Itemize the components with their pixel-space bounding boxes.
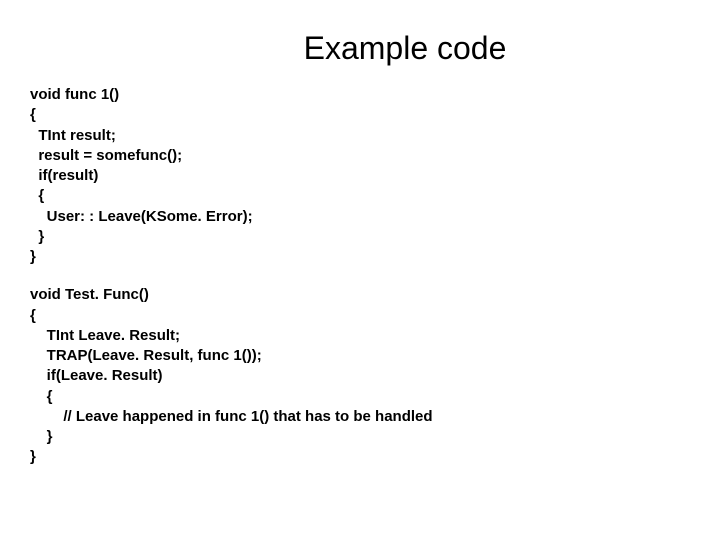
slide: Example code void func 1() { TInt result… [0, 0, 720, 540]
code-block-1: void func 1() { TInt result; result = so… [30, 85, 690, 267]
code-block-2: void Test. Func() { TInt Leave. Result; … [30, 285, 690, 467]
slide-title: Example code [30, 30, 690, 67]
